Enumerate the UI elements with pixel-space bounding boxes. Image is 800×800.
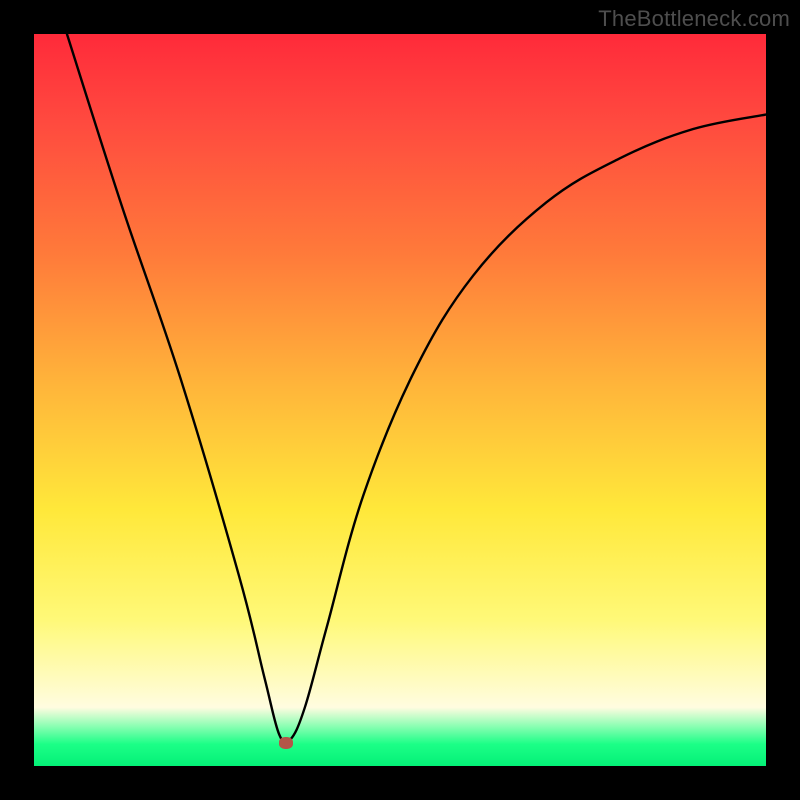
chart-background-gradient (34, 34, 766, 766)
chart-frame (34, 34, 766, 766)
watermark-text: TheBottleneck.com (598, 6, 790, 32)
